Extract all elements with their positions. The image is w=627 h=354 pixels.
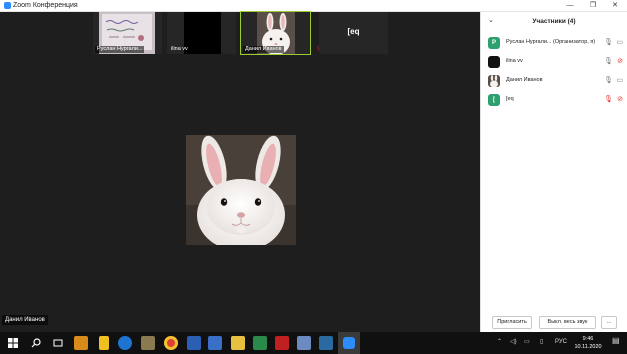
maximize-button[interactable]: ❐: [588, 1, 598, 10]
participant-row[interactable]: ilina vv 🎙 ⊘: [481, 54, 627, 70]
camera-icon[interactable]: ▭: [616, 38, 623, 46]
participant-name: Руслан Нургали... (Организатор, я): [506, 39, 596, 45]
excel-icon[interactable]: [253, 336, 267, 350]
zoom-icon: [343, 337, 355, 349]
word-doc-icon[interactable]: [208, 336, 222, 350]
chrome-icon[interactable]: [164, 336, 178, 350]
zoom-logo-icon: [4, 2, 11, 9]
task-view-icon[interactable]: [53, 338, 63, 348]
participant-row[interactable]: [ [eq 🎙 ⊘: [481, 92, 627, 108]
window-title: Zoom Конференция: [13, 2, 78, 9]
participant-row[interactable]: Р Руслан Нургали... (Организатор, я) 🎙 ▭: [481, 35, 627, 51]
video-tile-eq[interactable]: [eq: [319, 12, 388, 54]
participants-panel: ⌄ Участники (4) Р Руслан Нургали... (Орг…: [480, 12, 627, 332]
rabbit-avatar-icon: [488, 75, 500, 87]
main-speaker-video: [186, 135, 296, 245]
file-explorer-icon[interactable]: [231, 336, 245, 350]
participant-name: ilina vv: [506, 58, 523, 64]
video-tile-ilina[interactable]: ilina vv: [167, 12, 236, 54]
title-bar: Zoom Конференция — ❐ ✕: [0, 0, 627, 12]
network-icon[interactable]: ▭: [524, 338, 530, 346]
tray-chevron-icon[interactable]: ⌃: [497, 338, 502, 346]
media-icon[interactable]: [141, 336, 155, 350]
avatar: [488, 56, 500, 68]
date: 10.11.2020: [574, 344, 602, 350]
app-icon[interactable]: [99, 336, 109, 350]
camera-icon[interactable]: ▭: [616, 76, 623, 84]
mic-icon[interactable]: 🎙: [604, 38, 613, 46]
edge-icon[interactable]: [118, 336, 132, 350]
participant-name: Руслан Нургали...: [95, 46, 145, 53]
video-tile-danil[interactable]: Данил Иванов: [240, 11, 311, 55]
camera-off-icon[interactable]: ⊘: [617, 57, 623, 65]
minimize-button[interactable]: —: [565, 1, 575, 10]
participant-name: Данил Иванов: [243, 46, 284, 53]
word-icon[interactable]: [187, 336, 201, 350]
participant-row[interactable]: Данил Иванов 🎙 ▭: [481, 73, 627, 89]
mic-muted-icon[interactable]: 🎙: [604, 95, 613, 103]
video-tile-ruslan[interactable]: Руслан Нургали...: [93, 12, 162, 54]
volume-icon[interactable]: ◁): [510, 338, 517, 346]
store-icon[interactable]: [74, 336, 88, 350]
mute-all-button[interactable]: Выкл. весь звук: [539, 316, 596, 329]
search-icon[interactable]: [31, 338, 41, 348]
clock[interactable]: 9:46 10.11.2020: [568, 335, 608, 351]
participant-name: [eq: [506, 96, 514, 102]
windows-start-icon[interactable]: [8, 338, 18, 348]
participant-name: Данил Иванов: [506, 77, 543, 83]
active-speaker-name: Данил Иванов: [2, 315, 48, 325]
avatar: [: [488, 94, 500, 106]
acrobat-icon[interactable]: [275, 336, 289, 350]
participants-title: Участники (4): [532, 18, 576, 25]
participant-name: ilina vv: [171, 46, 188, 52]
avatar: Р: [488, 37, 500, 49]
mic-icon[interactable]: 🎙: [604, 76, 613, 84]
camera-off-icon[interactable]: ⊘: [617, 95, 623, 103]
battery-icon[interactable]: ▯: [540, 338, 543, 346]
close-button[interactable]: ✕: [610, 1, 620, 10]
time: 9:46: [582, 336, 594, 342]
taskbar: ⌃ ◁) ▭ ▯ РУС 9:46 10.11.2020 ▤: [0, 332, 627, 354]
more-button[interactable]: ...: [601, 316, 617, 329]
zoom-taskbar-button[interactable]: [338, 332, 360, 354]
app-icon-2[interactable]: [297, 336, 311, 350]
avatar: [488, 75, 500, 87]
mic-icon[interactable]: 🎙: [604, 57, 613, 65]
invite-button[interactable]: Пригласить: [492, 316, 532, 329]
notifications-icon[interactable]: ▤: [612, 337, 620, 345]
meeting-area: Руслан Нургали... ilina vv Данил Иванов …: [0, 11, 480, 332]
language-indicator[interactable]: РУС: [555, 338, 567, 346]
participants-header: ⌄ Участники (4): [481, 16, 627, 28]
app-icon-3[interactable]: [319, 336, 333, 350]
participant-name: [eq: [347, 27, 360, 36]
